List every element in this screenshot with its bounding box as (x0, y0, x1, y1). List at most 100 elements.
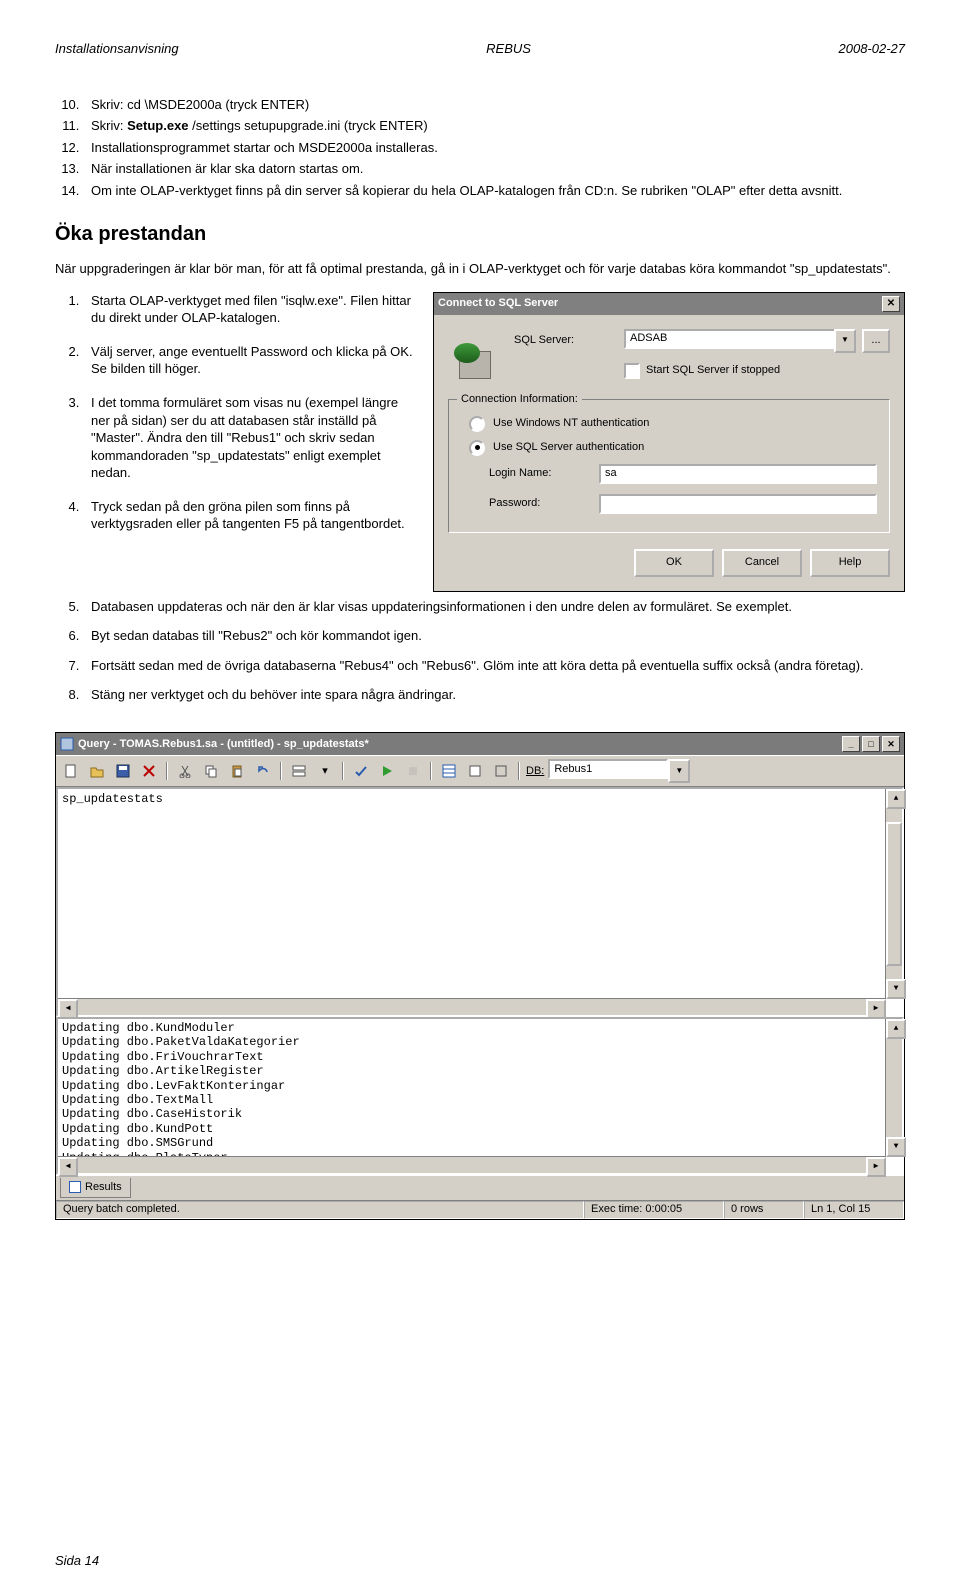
delete-icon[interactable] (138, 760, 160, 782)
steps-list-left: Starta OLAP-verktyget med filen "isqlw.e… (55, 292, 415, 533)
connection-info-group: Connection Information: Use Windows NT a… (448, 399, 890, 533)
result-line: Updating dbo.ArtikelRegister (62, 1064, 898, 1078)
scroll-down-icon[interactable]: ▼ (886, 979, 906, 999)
list-item: I det tomma formuläret som visas nu (exe… (83, 394, 415, 482)
help-button[interactable]: Help (810, 549, 890, 577)
new-query-icon[interactable] (60, 760, 82, 782)
cancel-button[interactable]: Cancel (722, 549, 802, 577)
list-item: Skriv: cd \MSDE2000a (tryck ENTER) (83, 96, 905, 114)
scroll-up-icon[interactable]: ▲ (886, 1019, 906, 1039)
query-analyzer-window: Query - TOMAS.Rebus1.sa - (untitled) - s… (55, 732, 905, 1220)
result-line: Updating dbo.SMSGrund (62, 1136, 898, 1150)
query-editor-text: sp_updatestats (62, 792, 163, 806)
server-icon (448, 335, 502, 383)
qa-app-icon (60, 737, 74, 751)
copy-icon[interactable] (200, 760, 222, 782)
stop-icon[interactable] (402, 760, 424, 782)
auth-nt-radio[interactable]: Use Windows NT authentication (469, 416, 877, 432)
undo-icon[interactable] (252, 760, 274, 782)
scroll-right-icon[interactable]: ▶ (866, 999, 886, 1019)
section-heading: Öka prestandan (55, 221, 905, 248)
instructions-top-list: Skriv: cd \MSDE2000a (tryck ENTER) Skriv… (55, 96, 905, 200)
scroll-thumb[interactable] (886, 822, 902, 966)
scroll-up-icon[interactable]: ▲ (886, 789, 906, 809)
scroll-down-icon[interactable]: ▼ (886, 1137, 906, 1157)
header-center: REBUS (486, 40, 531, 58)
dropdown-icon[interactable]: ▾ (314, 760, 336, 782)
sql-server-label: SQL Server: (514, 333, 624, 348)
execute-icon[interactable] (376, 760, 398, 782)
sql-server-field[interactable]: ADSAB (624, 329, 834, 349)
list-item: Byt sedan databas till "Rebus2" och kör … (83, 627, 905, 645)
auth-sql-radio[interactable]: Use SQL Server authentication (469, 440, 877, 456)
qa-titlebar: Query - TOMAS.Rebus1.sa - (untitled) - s… (56, 733, 904, 755)
scroll-left-icon[interactable]: ◀ (58, 1157, 78, 1177)
scroll-left-icon[interactable]: ◀ (58, 999, 78, 1019)
status-exec-time: Exec time: 0:00:05 (584, 1201, 724, 1219)
plan-icon[interactable] (464, 760, 486, 782)
chevron-down-icon[interactable]: ▼ (834, 329, 856, 353)
close-icon[interactable]: ✕ (882, 296, 900, 312)
list-item: Skriv: Setup.exe /settings setupupgrade.… (83, 117, 905, 135)
page-footer: Sida 14 (55, 1552, 99, 1570)
results-grid-icon[interactable] (438, 760, 460, 782)
results-tabstrip: Results (56, 1175, 904, 1200)
start-sql-checkbox[interactable] (624, 363, 640, 379)
db-label: DB: (526, 764, 544, 779)
qa-toolbar: ▾ DB: Rebus1 ▼ (56, 755, 904, 787)
editor-scrollbar-v[interactable]: ▲ ▼ (885, 789, 902, 999)
connection-info-legend: Connection Information: (457, 392, 582, 407)
grid-icon (69, 1181, 81, 1193)
list-item: Stäng ner verktyget och du behöver inte … (83, 686, 905, 704)
save-icon[interactable] (112, 760, 134, 782)
login-name-label: Login Name: (489, 466, 599, 481)
parse-icon[interactable] (350, 760, 372, 782)
scroll-right-icon[interactable]: ▶ (866, 1157, 886, 1177)
paste-icon[interactable] (226, 760, 248, 782)
list-item: Fortsätt sedan med de övriga databaserna… (83, 657, 905, 675)
start-sql-label: Start SQL Server if stopped (646, 363, 780, 378)
list-item: Tryck sedan på den gröna pilen som finns… (83, 498, 415, 533)
result-line: Updating dbo.TextMall (62, 1093, 898, 1107)
section-intro: När uppgraderingen är klar bör man, för … (55, 260, 905, 278)
browse-button[interactable]: ... (862, 329, 890, 353)
results-scrollbar-v[interactable]: ▲ ▼ (885, 1019, 902, 1157)
result-line: Updating dbo.KundPott (62, 1122, 898, 1136)
sql-server-combo[interactable]: ADSAB ▼ (624, 329, 856, 353)
maximize-icon[interactable]: □ (862, 736, 880, 752)
open-icon[interactable] (86, 760, 108, 782)
auth-nt-label: Use Windows NT authentication (493, 416, 649, 431)
cut-icon[interactable] (174, 760, 196, 782)
ok-button[interactable]: OK (634, 549, 714, 577)
password-field[interactable] (599, 494, 877, 514)
list-item: Databasen uppdateras och när den är klar… (83, 598, 905, 616)
password-label: Password: (489, 496, 599, 511)
results-tab-label: Results (85, 1180, 122, 1195)
qa-title: Query - TOMAS.Rebus1.sa - (untitled) - s… (78, 737, 369, 752)
status-rows: 0 rows (724, 1201, 804, 1219)
page-header: Installationsanvisning REBUS 2008-02-27 (55, 40, 905, 58)
results-pane[interactable]: Updating dbo.KundModuler Updating dbo.Pa… (56, 1017, 904, 1175)
execute-mode-icon[interactable] (288, 760, 310, 782)
results-scrollbar-h[interactable]: ◀ ▶ (58, 1156, 886, 1173)
dialog-titlebar: Connect to SQL Server ✕ (434, 293, 904, 315)
result-line: Updating dbo.KundModuler (62, 1021, 898, 1035)
qa-status-bar: Query batch completed. Exec time: 0:00:0… (56, 1200, 904, 1219)
chevron-down-icon[interactable]: ▼ (668, 759, 690, 783)
options-icon[interactable] (490, 760, 512, 782)
auth-sql-label: Use SQL Server authentication (493, 440, 644, 455)
steps-list-below: Databasen uppdateras och när den är klar… (55, 598, 905, 704)
status-cursor: Ln 1, Col 15 (804, 1201, 904, 1219)
connect-dialog: Connect to SQL Server ✕ SQL Server: ADSA… (433, 292, 905, 592)
list-item: Installationsprogrammet startar och MSDE… (83, 139, 905, 157)
close-icon[interactable]: ✕ (882, 736, 900, 752)
db-combo-value[interactable]: Rebus1 (548, 759, 668, 779)
login-name-field[interactable]: sa (599, 464, 877, 484)
result-line: Updating dbo.LevFaktKonteringar (62, 1079, 898, 1093)
header-left: Installationsanvisning (55, 40, 179, 58)
dialog-title: Connect to SQL Server (438, 296, 558, 311)
minimize-icon[interactable]: _ (842, 736, 860, 752)
query-editor[interactable]: sp_updatestats ▲ ▼ ◀ ▶ (56, 787, 904, 1017)
editor-scrollbar-h[interactable]: ◀ ▶ (58, 998, 886, 1015)
results-tab[interactable]: Results (60, 1178, 131, 1198)
